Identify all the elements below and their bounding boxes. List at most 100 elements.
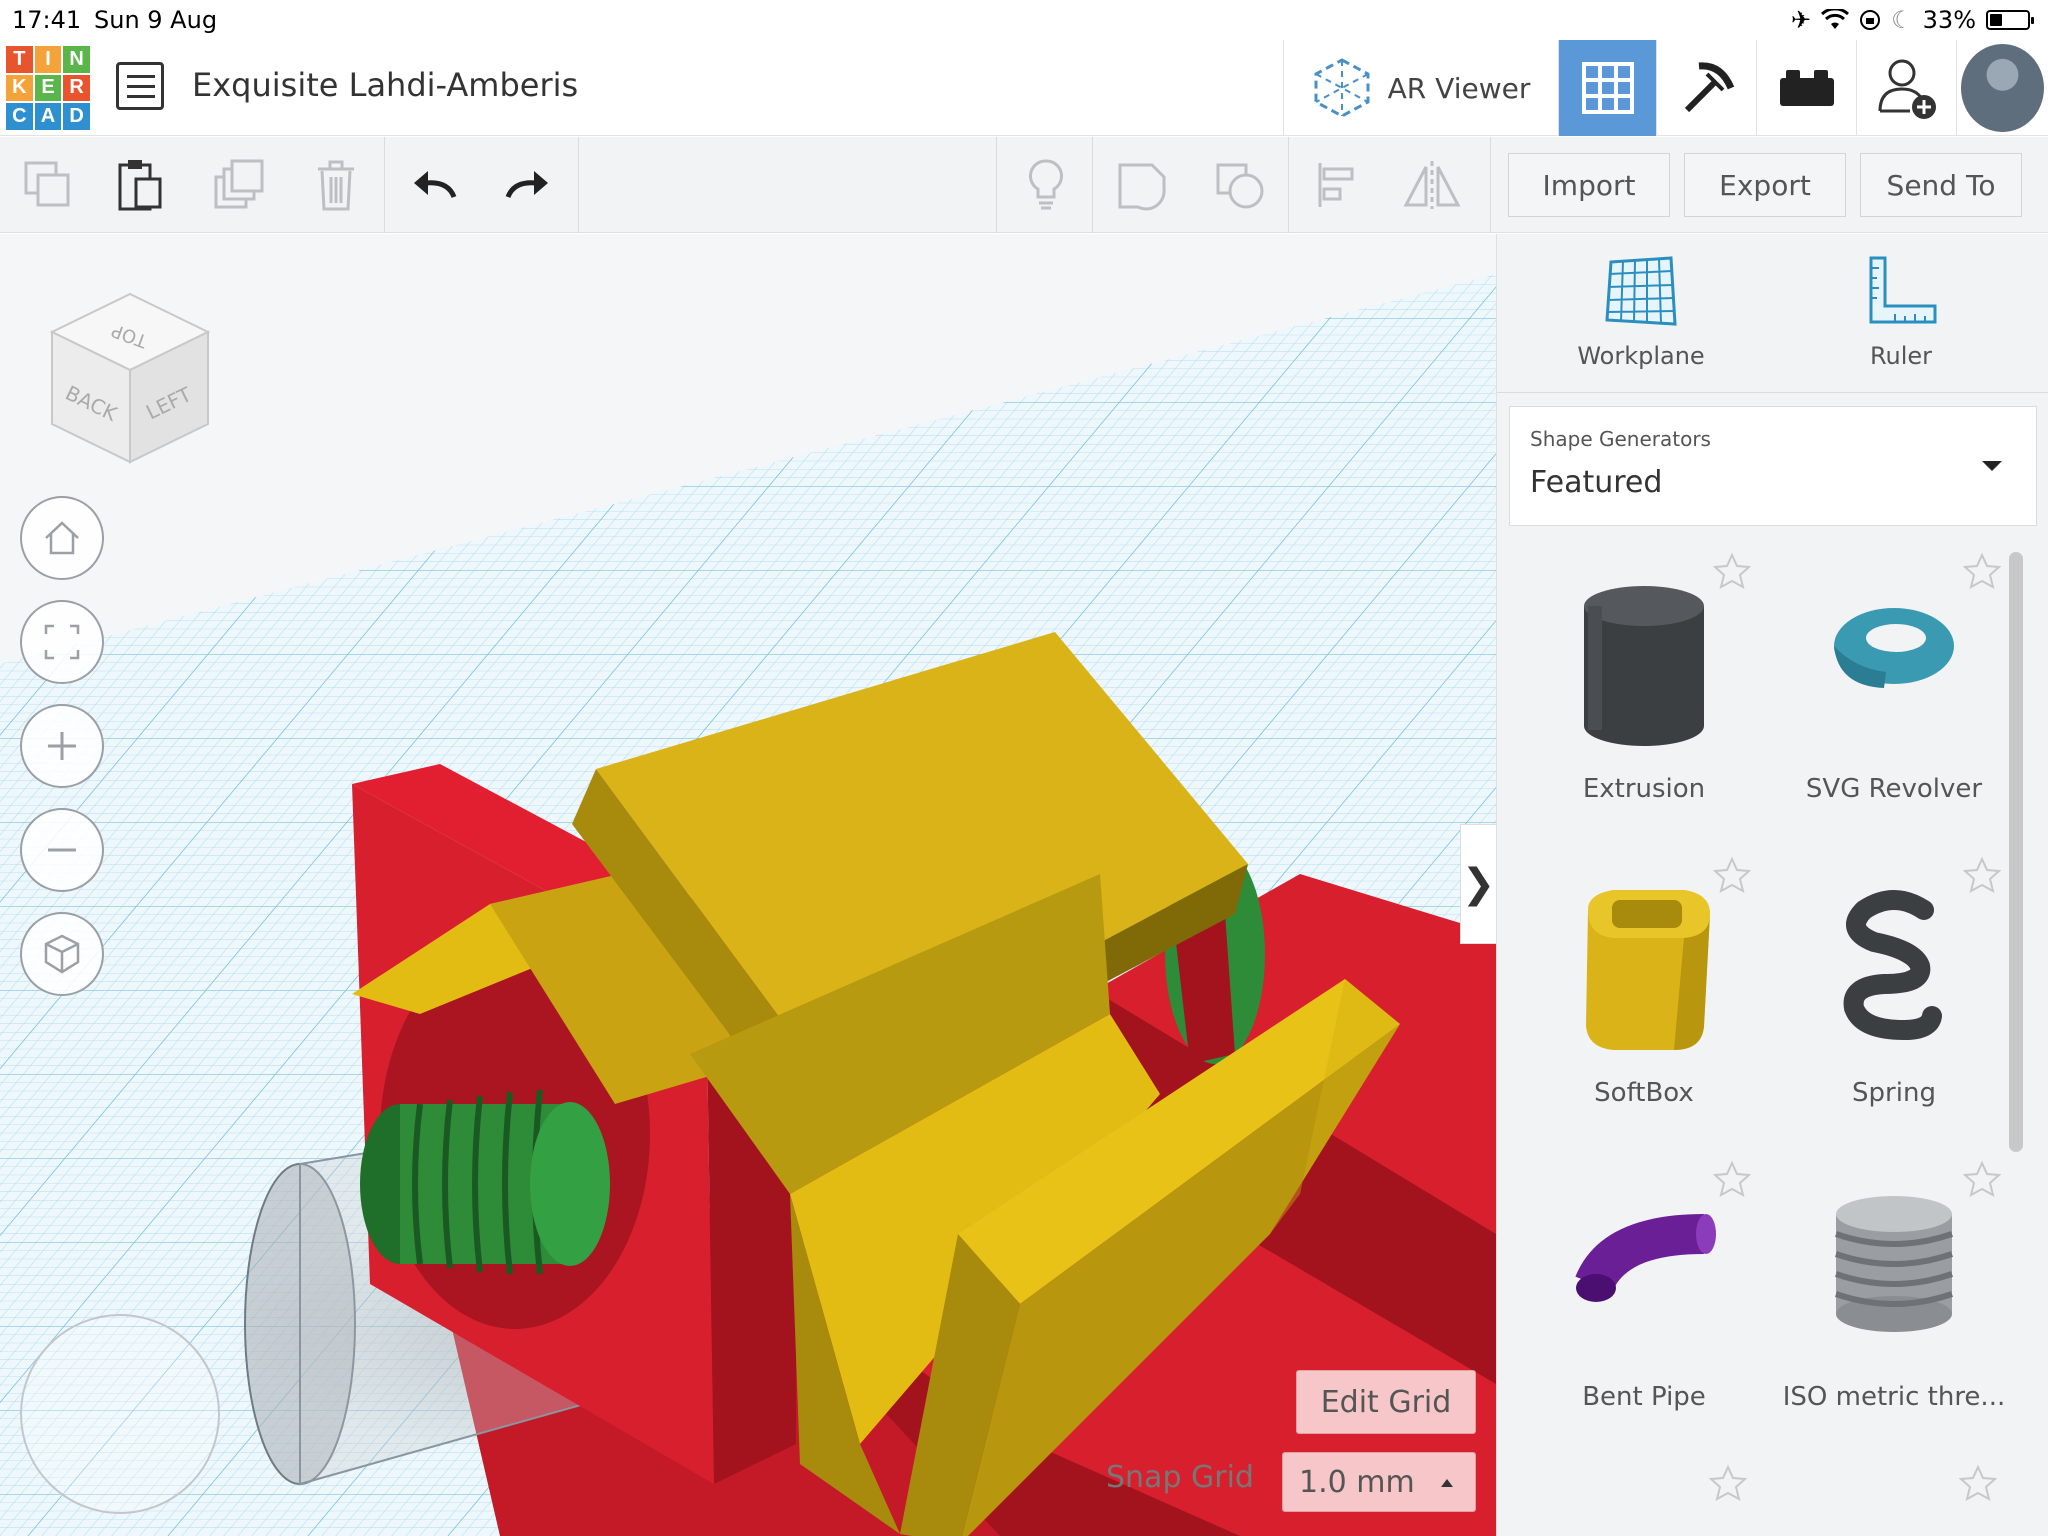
- shape-iso-metric-thread[interactable]: ISO metric thre...: [1769, 1150, 2019, 1440]
- 3d-viewport[interactable]: TOP BACK LEFT ❯ Edit Grid Snap Grid 1.0 …: [0, 234, 1496, 1536]
- workplane-icon: [1605, 256, 1677, 326]
- duplicate-icon: [214, 159, 264, 209]
- paste-icon: [118, 160, 162, 211]
- avatar: [1961, 44, 2044, 132]
- snap-grid-label: Snap Grid: [1106, 1460, 1254, 1495]
- shape-softbox[interactable]: SoftBox: [1519, 846, 1769, 1136]
- toolbar-divider: [1288, 137, 1289, 233]
- shape-label: Bent Pipe: [1582, 1382, 1706, 1412]
- star-icon[interactable]: [1713, 856, 1751, 894]
- logo-letter: R: [63, 74, 90, 102]
- softbox-icon: [1586, 890, 1710, 1050]
- perspective-toggle-button[interactable]: [20, 912, 104, 996]
- star-icon[interactable]: [1963, 1160, 2001, 1198]
- mirror-button[interactable]: [1402, 155, 1462, 215]
- tinkercad-logo[interactable]: TIN KER CAD: [6, 46, 90, 130]
- delete-button[interactable]: [306, 155, 366, 215]
- perspective-cube-icon: [44, 934, 80, 974]
- star-icon[interactable]: [1709, 1464, 1747, 1502]
- toolbar-divider: [1490, 137, 1491, 233]
- lego-bricks-view-button[interactable]: [1756, 40, 1856, 136]
- orbit-joystick[interactable]: [20, 1314, 220, 1514]
- chevron-down-icon: [1982, 461, 2002, 471]
- trash-icon: [318, 160, 354, 211]
- status-bar: 17:41 Sun 9 Aug ✈ ☾ 33%: [0, 0, 2048, 40]
- snap-grid-select[interactable]: 1.0 mm: [1282, 1452, 1476, 1512]
- minus-icon: [48, 848, 76, 852]
- export-button[interactable]: Export: [1684, 153, 1846, 217]
- project-title[interactable]: Exquisite Lahdi-Amberis: [192, 66, 578, 104]
- invite-user-button[interactable]: [1856, 40, 1956, 136]
- redo-icon: [505, 171, 548, 199]
- panel-divider: [1497, 392, 2048, 393]
- logo-letter: I: [34, 46, 62, 73]
- snap-grid-value: 1.0 mm: [1299, 1464, 1415, 1500]
- spring-icon: [1843, 890, 1942, 1041]
- minecraft-view-button[interactable]: [1656, 40, 1756, 136]
- toolbar-divider: [996, 137, 997, 233]
- ar-viewer-button[interactable]: AR Viewer: [1283, 40, 1558, 136]
- import-button[interactable]: Import: [1508, 153, 1670, 217]
- logo-letter: K: [6, 74, 33, 102]
- 3d-design-view-button[interactable]: [1558, 40, 1656, 136]
- app-header: TIN KER CAD Exquisite Lahdi-Amberis AR Vie…: [0, 40, 2048, 136]
- fit-view-button[interactable]: [20, 600, 104, 684]
- brick-icon: [1779, 70, 1834, 106]
- design-list-icon[interactable]: [116, 62, 164, 110]
- star-icon[interactable]: [1963, 856, 2001, 894]
- view-cube[interactable]: TOP BACK LEFT: [40, 284, 220, 478]
- zoom-out-button[interactable]: [20, 808, 104, 892]
- zoom-in-button[interactable]: [20, 704, 104, 788]
- align-button[interactable]: [1306, 155, 1366, 215]
- notes-button[interactable]: [1016, 155, 1076, 215]
- paste-button[interactable]: [110, 155, 170, 215]
- ar-viewer-label: AR Viewer: [1387, 71, 1531, 105]
- wifi-icon: [1821, 9, 1850, 29]
- panel-scrollbar[interactable]: [2009, 552, 2023, 1152]
- logo-letter: D: [63, 103, 90, 130]
- undo-button[interactable]: [404, 155, 464, 215]
- user-avatar-button[interactable]: [1956, 40, 2048, 136]
- edit-grid-button[interactable]: Edit Grid: [1296, 1370, 1476, 1434]
- workplane-tool[interactable]: Workplane: [1541, 254, 1741, 370]
- ungroup-button[interactable]: [1210, 155, 1270, 215]
- shape-extrusion[interactable]: Extrusion: [1519, 542, 1769, 832]
- plus-icon: [48, 732, 76, 760]
- group-icon: [1118, 163, 1166, 211]
- shape-spring[interactable]: Spring: [1769, 846, 2019, 1136]
- orientation-lock-icon: [1860, 10, 1881, 30]
- shapes-panel: Workplane Ruler Shape Generators Feature…: [1496, 234, 2048, 1536]
- chevron-right-icon: ❯: [1461, 861, 1496, 907]
- green-thread-shape[interactable]: [360, 1089, 610, 1275]
- shape-label: SVG Revolver: [1805, 774, 1983, 804]
- align-icon: [1318, 163, 1354, 207]
- copy-button[interactable]: [18, 155, 78, 215]
- ruler-tool[interactable]: Ruler: [1801, 254, 2001, 370]
- grid-view-icon: [1581, 62, 1634, 114]
- duplicate-button[interactable]: [210, 155, 270, 215]
- star-icon[interactable]: [1963, 552, 2001, 590]
- ruler-label: Ruler: [1869, 342, 1933, 370]
- star-icon[interactable]: [1713, 552, 1751, 590]
- edit-toolbar: Import Export Send To: [0, 137, 2048, 233]
- workplane-scene[interactable]: [0, 234, 1496, 1536]
- iso-thread-icon: [1835, 1196, 1953, 1332]
- shape-bent-pipe[interactable]: Bent Pipe: [1519, 1150, 1769, 1440]
- redo-button[interactable]: [498, 155, 558, 215]
- pickaxe-icon: [1684, 62, 1734, 113]
- send-to-button[interactable]: Send To: [1860, 153, 2022, 217]
- header-actions: AR Viewer: [1283, 40, 2048, 136]
- bent-pipe-icon: [1575, 1214, 1716, 1302]
- shape-generators-dropdown[interactable]: Shape Generators Featured: [1509, 406, 2037, 526]
- collapse-panel-button[interactable]: ❯: [1460, 824, 1496, 944]
- add-user-icon: [1878, 59, 1936, 119]
- home-view-button[interactable]: [20, 496, 104, 580]
- status-time: 17:41: [12, 6, 82, 34]
- shape-label: SoftBox: [1594, 1078, 1694, 1108]
- shape-svg-revolver[interactable]: SVG Revolver: [1769, 542, 2019, 832]
- caret-up-icon: [1441, 1479, 1453, 1487]
- group-button[interactable]: [1112, 155, 1172, 215]
- logo-letter: T: [6, 46, 33, 73]
- star-icon[interactable]: [1959, 1464, 1997, 1502]
- mirror-icon: [1403, 161, 1461, 209]
